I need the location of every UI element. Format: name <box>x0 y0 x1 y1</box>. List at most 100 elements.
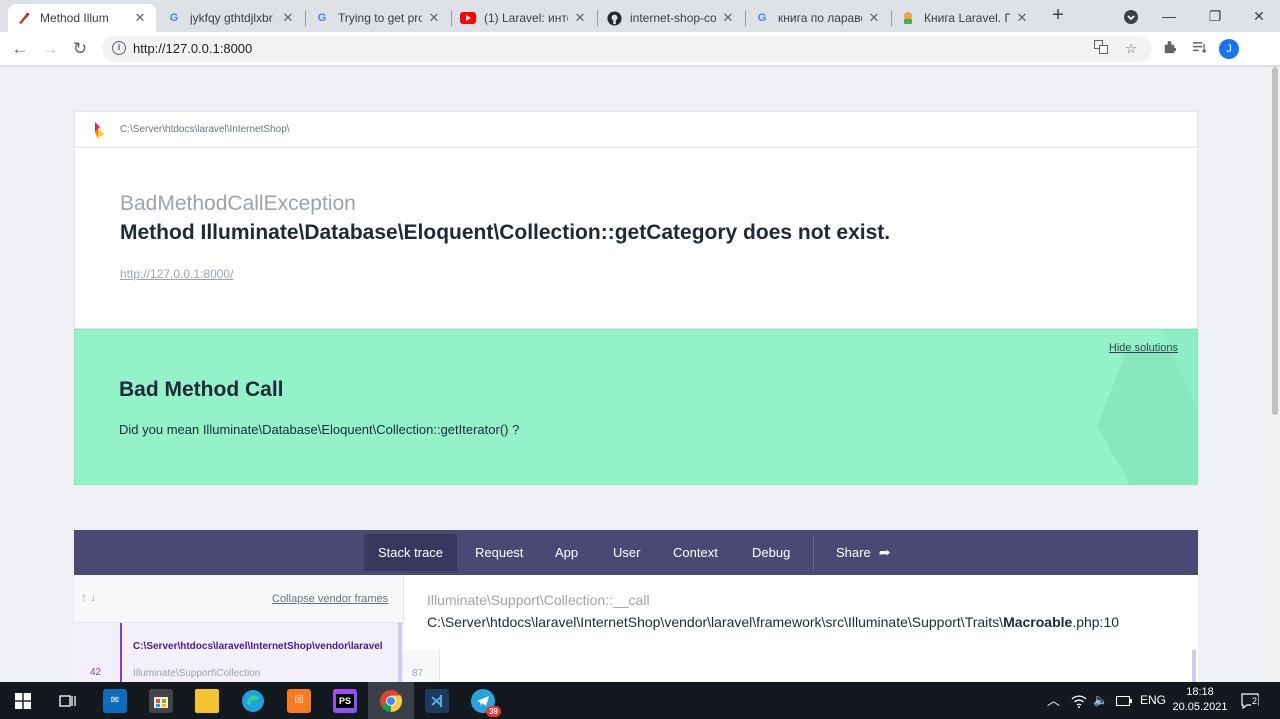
extensions-icon[interactable] <box>1160 40 1178 58</box>
request-url-link[interactable]: http://127.0.0.1:8000/ <box>120 267 233 281</box>
page-viewport: C:\Server\htdocs\laravel\InternetShop\ B… <box>0 67 1270 682</box>
code-line-gutter: 87 <box>404 650 440 682</box>
battery-icon[interactable] <box>1116 682 1132 719</box>
bookmark-star-icon[interactable]: ☆ <box>1122 40 1140 58</box>
telegram-unread-badge: 39 <box>486 705 501 717</box>
book-icon <box>900 10 916 26</box>
notifications-count: 2 <box>1251 696 1259 706</box>
tab-title: (1) Laravel: интер <box>484 11 568 25</box>
code-panel: Illuminate\Support\Collection::__call C:… <box>404 575 1198 682</box>
tab-debug[interactable]: Debug <box>738 534 804 571</box>
tab-method-illuminate[interactable]: Method Illum ✕ <box>8 4 156 32</box>
page-scroll-thumb[interactable] <box>1272 67 1278 415</box>
solution-description: Did you mean Illuminate\Database\Eloquen… <box>119 422 520 437</box>
hide-solutions-link[interactable]: Hide solutions <box>1109 342 1178 354</box>
profile-avatar[interactable]: J <box>1219 39 1239 59</box>
volume-icon[interactable]: 🔈 <box>1093 682 1108 719</box>
tab-title: Книга Laravel. По <box>924 11 1010 25</box>
collapse-vendor-frames-link[interactable]: Collapse vendor frames <box>272 593 388 605</box>
frame-file: C:\Server\htdocs\laravel\InternetShop\ve… <box>133 641 383 652</box>
ignition-logo-icon <box>93 121 105 139</box>
forward-arrow-icon[interactable]: → <box>38 37 62 61</box>
vscode-icon[interactable] <box>414 682 460 719</box>
tab-app[interactable]: App <box>541 534 592 571</box>
task-view-icon[interactable] <box>45 682 91 719</box>
tab-google-search-3[interactable]: G книга по ларавел ✕ <box>746 4 890 32</box>
tab-google-search-2[interactable]: G Trying to get prop ✕ <box>306 4 450 32</box>
project-path: C:\Server\htdocs\laravel\InternetShop\ <box>120 124 290 135</box>
frame-number: 42 <box>90 667 102 678</box>
share-button[interactable]: Share ➦ <box>822 534 904 571</box>
call-file-name: Macroable <box>1003 614 1073 630</box>
tab-user[interactable]: User <box>599 534 654 571</box>
solution-title: Bad Method Call <box>119 378 284 401</box>
tab-title: internet-shop-co <box>630 11 716 25</box>
frame-navigation-arrows-icon[interactable]: ↑ ↓ <box>81 590 96 604</box>
tab-context[interactable]: Context <box>659 534 732 571</box>
translate-icon[interactable] <box>1092 40 1110 58</box>
windows-start-icon[interactable] <box>0 682 46 719</box>
tab-google-search-1[interactable]: G jykfqy gthtdjlxbr ✕ <box>158 4 304 32</box>
telegram-icon[interactable]: 39 <box>460 682 506 719</box>
reload-icon[interactable]: ↻ <box>68 37 92 61</box>
close-tab-icon[interactable]: ✕ <box>866 10 882 26</box>
tab-stack-trace[interactable]: Stack trace <box>364 534 458 571</box>
input-language[interactable]: ENG <box>1140 682 1166 719</box>
notifications-icon[interactable]: 2 <box>1241 682 1259 719</box>
xampp-icon[interactable]: ☒ <box>276 682 322 719</box>
tab-request[interactable]: Request <box>461 534 537 571</box>
share-label: Share <box>836 545 871 560</box>
google-icon: G <box>317 12 327 24</box>
minimize-icon[interactable]: — <box>1146 4 1192 28</box>
tab-youtube[interactable]: (1) Laravel: интер ✕ <box>452 4 596 32</box>
tab-title: Method Illum <box>40 11 109 25</box>
back-arrow-icon[interactable]: ← <box>8 37 32 61</box>
edge-icon[interactable] <box>230 682 276 719</box>
close-tab-icon[interactable]: ✕ <box>132 10 148 26</box>
clock-date: 20.05.2021 <box>1172 701 1228 713</box>
close-tab-icon[interactable]: ✕ <box>1014 10 1030 26</box>
tab-strip: Method Illum ✕ G jykfqy gthtdjlxbr ✕ G T… <box>0 0 1280 32</box>
address-bar[interactable]: i http://127.0.0.1:8000 ☆ <box>102 36 1152 62</box>
close-window-icon[interactable]: ✕ <box>1236 4 1280 28</box>
mail-icon[interactable]: ✉ <box>92 682 138 719</box>
frame-class: Illuminate\Support\Collection <box>133 668 261 679</box>
call-file-ext: .php:10 <box>1072 614 1120 630</box>
frames-scrollbar[interactable] <box>398 623 402 682</box>
tab-title: Trying to get prop <box>338 11 422 25</box>
call-file-dir: C:\Server\htdocs\laravel\InternetShop\ve… <box>427 614 1004 630</box>
reading-list-icon[interactable] <box>1190 40 1208 58</box>
address-url[interactable]: http://127.0.0.1:8000 <box>133 41 252 56</box>
code-scrollbar[interactable] <box>1192 650 1196 682</box>
phpstorm-icon[interactable]: PS <box>322 682 368 719</box>
chrome-icon[interactable] <box>368 682 414 719</box>
tab-github[interactable]: internet-shop-co ✕ <box>598 4 744 32</box>
google-icon: G <box>757 12 767 24</box>
youtube-icon <box>460 10 476 26</box>
close-tab-icon[interactable]: ✕ <box>572 10 588 26</box>
selected-frame-indicator <box>120 623 122 682</box>
site-info-icon[interactable]: i <box>112 41 126 55</box>
new-tab-button[interactable]: + <box>1048 5 1068 26</box>
project-path-bar: C:\Server\htdocs\laravel\InternetShop\ <box>75 112 1197 148</box>
show-hidden-icons-icon[interactable]: ︿ <box>1047 682 1060 719</box>
close-tab-icon[interactable]: ✕ <box>426 10 442 26</box>
stack-frame[interactable]: 42 C:\Server\htdocs\laravel\InternetShop… <box>74 622 404 682</box>
call-method-name: Illuminate\Support\Collection::__call <box>427 592 650 608</box>
exception-card: C:\Server\htdocs\laravel\InternetShop\ B… <box>74 111 1198 329</box>
tab-title: jykfqy gthtdjlxbr <box>190 11 273 25</box>
system-clock[interactable]: 18:18 20.05.2021 <box>1172 685 1228 715</box>
exception-message: Method Illuminate\Database\Eloquent\Coll… <box>120 221 891 244</box>
nav-separator <box>813 535 814 570</box>
store-icon[interactable] <box>138 682 184 719</box>
tab-laravel-book[interactable]: Книга Laravel. По ✕ <box>892 4 1038 32</box>
code-line-number: 87 <box>412 668 424 679</box>
close-tab-icon[interactable]: ✕ <box>280 10 296 26</box>
page-scrollbar[interactable] <box>1270 67 1280 682</box>
wifi-icon[interactable] <box>1071 682 1087 719</box>
close-tab-icon[interactable]: ✕ <box>720 10 736 26</box>
file-explorer-icon[interactable] <box>184 682 230 719</box>
github-icon <box>606 10 622 26</box>
call-file-path: C:\Server\htdocs\laravel\InternetShop\ve… <box>427 614 1119 630</box>
restore-icon[interactable]: ❐ <box>1192 4 1238 28</box>
